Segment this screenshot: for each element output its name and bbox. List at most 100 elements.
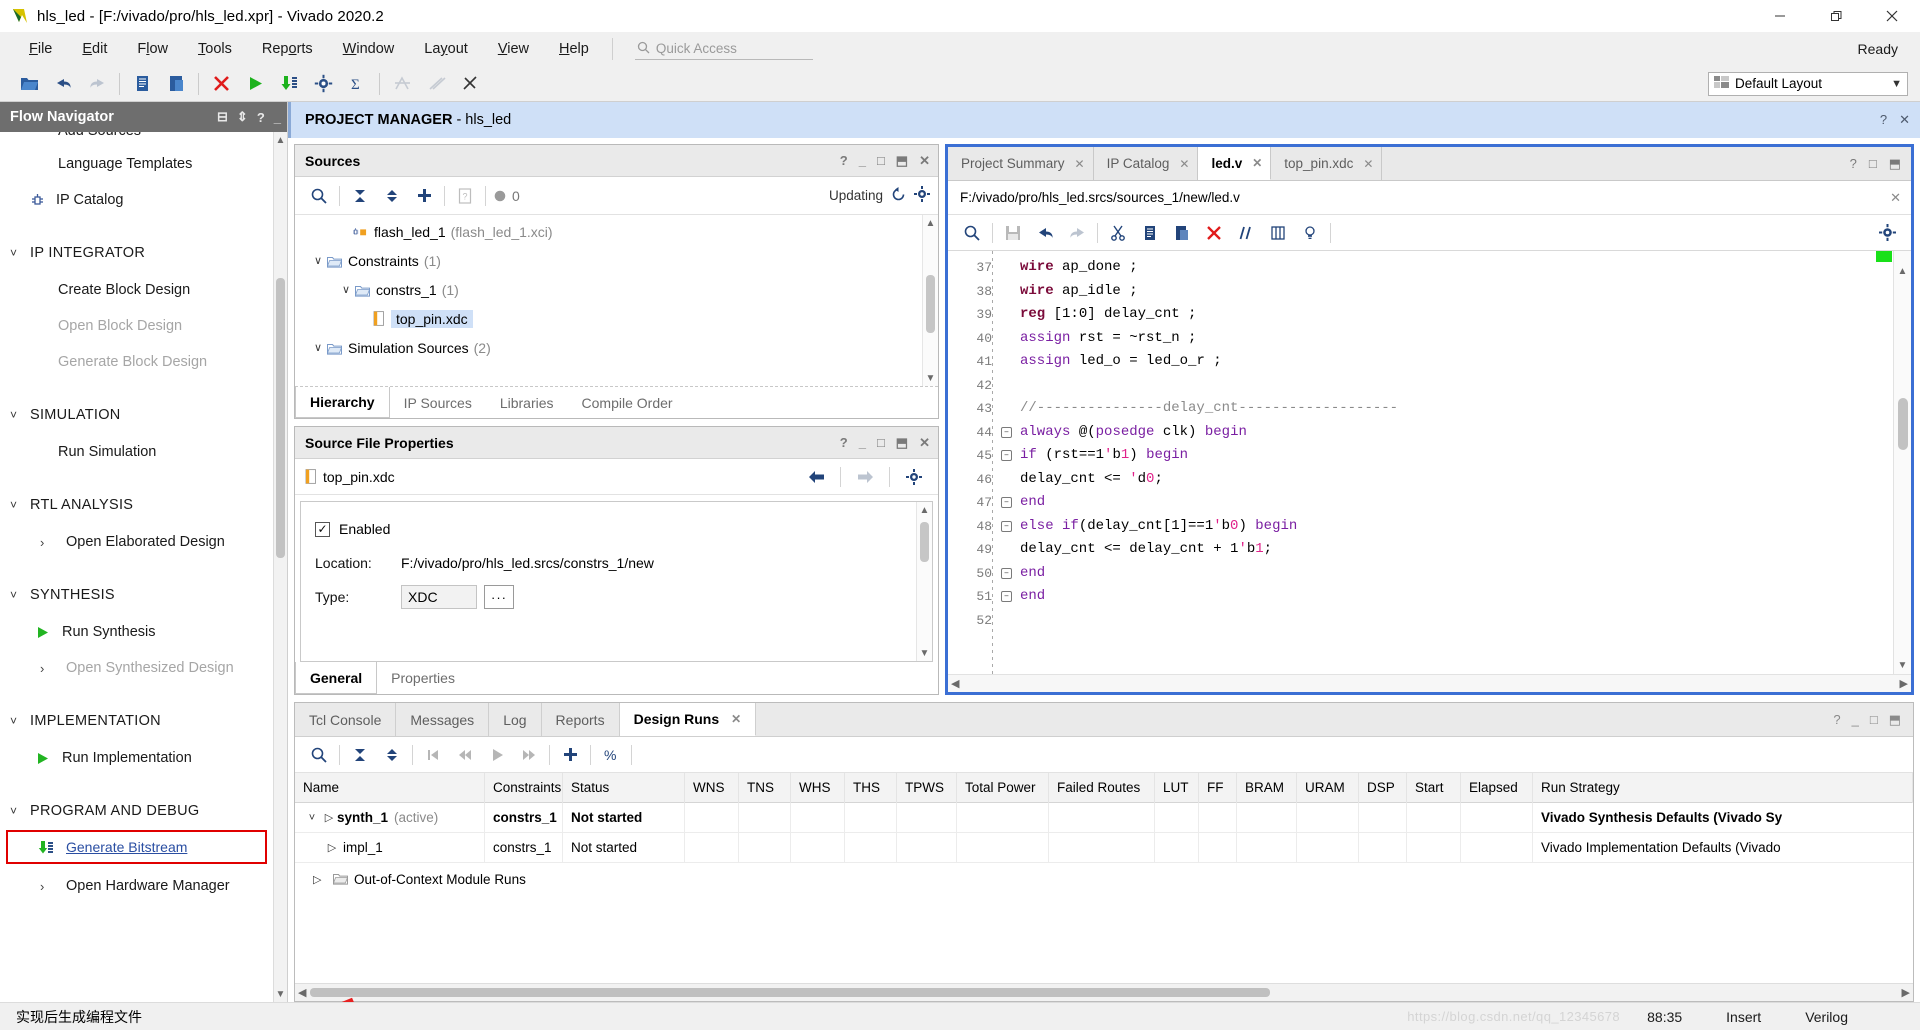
tab-led-v[interactable]: led.v ✕ [1198,147,1272,180]
sidebar-section-ip-integrator[interactable]: ˅ IP INTEGRATOR [0,234,273,272]
scroll-up-icon[interactable]: ▲ [276,132,286,148]
editor-settings-gear-icon[interactable] [1871,219,1903,247]
editor-horizontal-scrollbar[interactable]: ◀ ▶ [948,674,1911,692]
twisty-icon[interactable]: ˅ [303,812,321,824]
help-icon[interactable]: ? [1850,156,1857,171]
bulb-icon[interactable] [1294,219,1326,247]
tab-reports[interactable]: Reports [542,703,620,736]
out-of-context-runs-row[interactable]: ▷ Out-of-Context Module Runs [295,863,1913,895]
col-run-strategy[interactable]: Run Strategy [1533,773,1913,803]
comment-icon[interactable] [1230,219,1262,247]
tab-properties[interactable]: Properties [377,662,469,694]
collapse-all-icon[interactable]: ⊟ [217,109,228,125]
tab-log[interactable]: Log [489,703,542,736]
search-icon[interactable] [303,741,335,769]
maximize-icon[interactable]: □ [877,435,885,450]
menu-reports[interactable]: Reports [247,32,328,66]
expand-all-icon[interactable]: ⇕ [237,109,248,125]
maximize-icon[interactable]: □ [877,153,885,168]
sidebar-section-synthesis[interactable]: ˅ SYNTHESIS [0,576,273,614]
run-name-cell[interactable]: ˅ ▷ synth_1 (active) [295,802,485,833]
scroll-up-icon[interactable]: ▲ [920,502,930,518]
close-icon[interactable]: ✕ [731,712,741,726]
help-icon[interactable]: ? [1880,112,1887,128]
sidebar-item-open-hardware-manager[interactable]: › Open Hardware Manager [0,868,273,904]
scrollbar-thumb[interactable] [276,278,285,558]
close-icon[interactable]: ✕ [1252,156,1262,170]
tree-row[interactable]: flash_led_1 (flash_led_1.xci) [295,217,922,246]
quick-access-search[interactable]: Quick Access [634,38,813,60]
close-icon[interactable]: ✕ [1899,112,1910,128]
collapse-all-icon[interactable] [344,182,376,210]
enabled-checkbox[interactable]: ✓ [315,521,330,537]
col-bram[interactable]: BRAM [1237,773,1297,803]
fold-minus-icon[interactable]: – [1001,450,1012,461]
run-icon[interactable] [238,69,272,99]
refresh-icon[interactable] [891,186,906,205]
maximize-icon[interactable]: □ [1869,156,1877,171]
close-icon[interactable]: ✕ [1363,157,1373,171]
menu-layout[interactable]: Layout [409,32,483,66]
close-icon[interactable]: ✕ [1075,157,1085,171]
sidebar-item-generate-bitstream[interactable]: Generate Bitstream [6,830,267,864]
delete-icon[interactable] [1198,219,1230,247]
run-name-cell[interactable]: ▷ impl_1 [295,832,485,863]
report-drc-icon[interactable] [453,69,487,99]
col-start[interactable]: Start [1407,773,1461,803]
sigma-icon[interactable]: Σ [340,69,374,99]
close-button[interactable] [1864,0,1920,32]
scroll-left-icon[interactable]: ◀ [298,986,306,999]
menu-window[interactable]: Window [328,32,410,66]
editor-vertical-scrollbar[interactable]: ▲ ▼ [1893,251,1911,674]
settings-gear-icon[interactable] [306,69,340,99]
gear-icon[interactable] [914,186,930,205]
scroll-right-icon[interactable]: ▶ [1902,986,1910,999]
col-name[interactable]: Name [295,773,485,803]
expand-all-icon[interactable] [376,741,408,769]
float-icon[interactable]: ⬒ [896,435,908,451]
twisty-icon[interactable]: ∨ [309,254,327,267]
collapse-all-icon[interactable] [344,741,376,769]
col-whs[interactable]: WHS [791,773,845,803]
menu-flow[interactable]: Flow [122,32,183,66]
fold-minus-icon[interactable]: – [1001,426,1012,438]
sidebar-section-simulation[interactable]: ˅ SIMULATION [0,396,273,434]
add-run-icon[interactable] [554,741,586,769]
col-wns[interactable]: WNS [685,773,739,803]
scroll-down-icon[interactable]: ▼ [1898,656,1908,674]
copy-icon[interactable] [125,69,159,99]
scroll-down-icon[interactable]: ▼ [920,645,930,661]
generate-bitstream-icon[interactable] [272,69,306,99]
scroll-up-icon[interactable]: ▲ [926,215,936,231]
scroll-right-icon[interactable]: ▶ [1900,677,1908,690]
gear-icon[interactable] [898,463,930,491]
col-dsp[interactable]: DSP [1359,773,1407,803]
col-lut[interactable]: LUT [1155,773,1199,803]
sidebar-section-program-and-debug[interactable]: ˅ PROGRAM AND DEBUG [0,792,273,830]
scroll-down-icon[interactable]: ▼ [926,370,936,386]
cut-icon[interactable] [1102,219,1134,247]
tab-general[interactable]: General [295,662,378,694]
tab-top-pin-xdc[interactable]: top_pin.xdc ✕ [1271,147,1383,180]
col-elapsed[interactable]: Elapsed [1461,773,1533,803]
scrollbar-thumb[interactable] [920,522,929,562]
sources-scrollbar[interactable]: ▲ ▼ [922,215,938,386]
sidebar-item-language-templates[interactable]: Language Templates [0,146,273,182]
open-project-icon[interactable] [12,69,46,99]
help-icon[interactable]: ? [1833,712,1840,727]
scroll-down-icon[interactable]: ▼ [276,986,286,1002]
col-tns[interactable]: TNS [739,773,791,803]
float-icon[interactable]: ⬒ [1889,156,1901,172]
col-status[interactable]: Status [563,773,685,803]
minimize-icon[interactable]: _ [859,435,866,450]
twisty-icon[interactable]: ∨ [337,283,355,296]
menu-file[interactable]: File [14,32,67,66]
fold-minus-icon[interactable]: – [1001,520,1012,532]
close-icon[interactable]: ✕ [1890,190,1901,206]
menu-help[interactable]: Help [544,32,604,66]
fold-end-icon[interactable]: – [1001,591,1012,602]
chevron-right-icon[interactable]: ▷ [321,841,343,854]
sidebar-item-run-simulation[interactable]: Run Simulation [0,434,273,470]
col-total-power[interactable]: Total Power [957,773,1049,803]
twisty-icon[interactable]: ∨ [309,341,327,354]
